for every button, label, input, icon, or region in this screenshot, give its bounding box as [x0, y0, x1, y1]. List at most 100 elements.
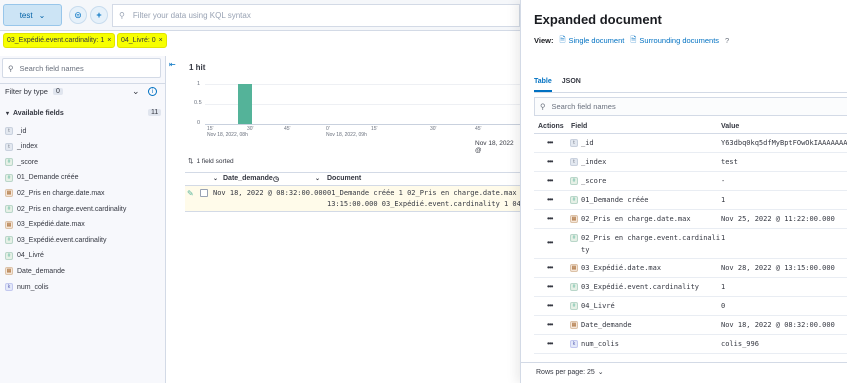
- field-type-icon: ▦: [5, 189, 13, 198]
- sidebar-field-item[interactable]: k num_colis: [5, 280, 49, 294]
- close-icon[interactable]: ×: [159, 37, 163, 44]
- row-checkbox[interactable]: [200, 189, 208, 197]
- filter-by-type-button[interactable]: Filter by type 0: [5, 87, 63, 96]
- sidebar-field-item[interactable]: t _index: [5, 140, 38, 154]
- sidebar-field-name: _index: [17, 143, 38, 151]
- document-field-name: 01_Demande créée: [581, 196, 648, 204]
- data-view-button[interactable]: test ⌄: [3, 4, 62, 26]
- field-type-icon: #: [5, 173, 13, 182]
- field-type-icon: #: [570, 234, 578, 242]
- sidebar-field-name: _id: [17, 127, 27, 135]
- document-field-cell: # _score: [570, 177, 606, 185]
- sidebar-field-item[interactable]: ▦ Date_demande: [5, 264, 65, 278]
- chevron-down-icon[interactable]: ⌄: [213, 175, 218, 182]
- filter-pill[interactable]: 03_Expédié.event.cardinality: 1 ×: [3, 33, 116, 48]
- row-actions-icon[interactable]: •••: [547, 320, 553, 329]
- field-type-icon: t: [5, 142, 13, 151]
- document-field-name-text: ty: [581, 246, 590, 254]
- sidebar-field-item[interactable]: # _score: [5, 155, 38, 169]
- filter-options-button[interactable]: ⊜: [69, 6, 87, 24]
- sidebar-field-item[interactable]: #01_Demande créée: [5, 171, 79, 185]
- field-type-icon: ▦: [570, 321, 578, 329]
- collapse-sidebar-icon[interactable]: ⇤: [169, 60, 176, 69]
- row-actions-icon[interactable]: •••: [547, 157, 553, 166]
- available-fields-header[interactable]: ▾ Available fields: [6, 110, 64, 117]
- row-actions-icon[interactable]: •••: [547, 263, 553, 272]
- document-field-name-text: 01_Demande créée: [581, 196, 649, 204]
- document-field-cell: t _id: [570, 139, 594, 147]
- field-type-icon: t: [5, 127, 13, 135]
- sidebar-field-name: 04_Livré: [17, 252, 44, 260]
- surrounding-documents-link[interactable]: 🗎 Surrounding documents: [630, 34, 719, 47]
- sidebar-field-item[interactable]: ▦ 02_Pris en charge.date.max: [5, 186, 105, 200]
- y-tick: 1: [197, 81, 201, 87]
- document-icon: 🗎: [559, 35, 566, 44]
- histogram-bar[interactable]: [238, 84, 252, 124]
- document-field-row: ••• k num_colis colis_996: [534, 335, 847, 354]
- document-field-row: ••• ▦ 03_Expédié.date.max Nov 28, 2022 @ 13…: [534, 259, 847, 278]
- add-filter-button[interactable]: +: [90, 6, 108, 24]
- document-field-name: 04_Livré: [581, 302, 615, 310]
- row-actions-icon[interactable]: •••: [547, 282, 553, 291]
- single-document-link[interactable]: 🗎 Single document: [559, 34, 624, 47]
- sidebar-field-item[interactable]: t _id: [5, 124, 26, 138]
- row-actions-icon[interactable]: •••: [547, 301, 553, 310]
- sort-indicator[interactable]: ⇅ 1 field sorted: [188, 157, 234, 166]
- document-field-name-text: num_colis: [581, 340, 619, 348]
- document-field-name: 02_Pris en charge.date.max: [581, 215, 691, 223]
- help-icon[interactable]: ?: [725, 36, 729, 45]
- field-type-icon: ▦: [570, 264, 578, 272]
- row-actions-icon[interactable]: •••: [547, 195, 553, 204]
- document-field-cell: #03_Expédié.event.cardinality: [570, 283, 699, 291]
- table-row[interactable]: ✎ Nov 18, 2022 @ 08:32:00.000 01_Demande…: [185, 186, 520, 212]
- row-actions-icon[interactable]: •••: [547, 339, 553, 348]
- row-actions-icon[interactable]: •••: [547, 238, 553, 247]
- column-date-header[interactable]: Date_demande: [223, 175, 273, 182]
- column-document-header[interactable]: Document: [327, 175, 361, 182]
- document-field-cell: #02_Pris en charge.event.cardinali ty: [570, 234, 720, 254]
- expand-document-icon[interactable]: ✎: [187, 189, 194, 198]
- sidebar-field-item[interactable]: #03_Expédié.event.cardinality: [5, 233, 107, 247]
- document-field-cell: #04_Livré: [570, 302, 615, 310]
- x-tick: 45': [284, 126, 291, 132]
- document-field-row: ••• #01_Demande créée 1: [534, 191, 847, 210]
- document-field-name-text: _score: [581, 177, 607, 185]
- row-actions-icon[interactable]: •••: [547, 138, 553, 147]
- document-field-name: _id: [581, 139, 594, 147]
- sidebar-field-item[interactable]: #02_Pris en charge.event.cardinality: [5, 202, 126, 216]
- field-type-icon: #: [570, 196, 578, 204]
- field-type-icon: #: [5, 205, 13, 213]
- filter-pill[interactable]: 04_Livré: 0 ×: [117, 33, 167, 48]
- tab-json[interactable]: JSON: [562, 78, 581, 92]
- tab-table[interactable]: Table: [534, 78, 552, 92]
- sidebar-search-placeholder: Search field names: [19, 63, 84, 73]
- chevron-down-icon[interactable]: ⌄: [132, 86, 140, 97]
- field-type-icon: #: [5, 158, 13, 167]
- sidebar-search-input[interactable]: ⚲ Search field names: [2, 58, 161, 78]
- filter-bar: 03_Expédié.event.cardinality: 1 × 04_Liv…: [0, 31, 520, 50]
- sidebar-field-item[interactable]: ▦ 03_Expédié.date.max: [5, 218, 85, 232]
- row-actions-icon[interactable]: •••: [547, 176, 553, 185]
- document-field-value: test: [721, 158, 738, 166]
- row-actions-icon[interactable]: •••: [547, 214, 553, 223]
- kql-search-input[interactable]: ⚲ Filter your data using KQL syntax: [112, 4, 520, 27]
- help-icon[interactable]: i: [148, 87, 157, 96]
- plus-icon: +: [96, 10, 102, 20]
- filter-icon: ⊜: [74, 9, 82, 20]
- sort-icon: ⇅: [188, 158, 194, 165]
- sidebar-field-item[interactable]: #04_Livré: [5, 249, 44, 263]
- sidebar-field-name: num_colis: [17, 283, 49, 291]
- flyout-search-input[interactable]: ⚲ Search field names: [534, 97, 847, 116]
- sidebar-field-name: 01_Demande créée: [17, 174, 79, 182]
- rows-per-page-selector[interactable]: Rows per page: 25 ⌄: [536, 368, 604, 377]
- document-field-name-text: _id: [581, 139, 594, 147]
- document-field-name: 03_Expédié.date.max: [581, 264, 661, 272]
- document-field-name-text: 04_Livré: [581, 302, 615, 310]
- close-icon[interactable]: ×: [107, 37, 111, 44]
- available-fields-label: Available fields: [13, 110, 64, 117]
- column-actions-header: Actions: [538, 123, 564, 130]
- x-tick-label: Nov 18, 2022, 09h: [326, 132, 367, 138]
- chevron-down-icon[interactable]: ⌄: [315, 175, 320, 182]
- divider: [534, 92, 847, 93]
- field-type-icon: #: [570, 177, 578, 185]
